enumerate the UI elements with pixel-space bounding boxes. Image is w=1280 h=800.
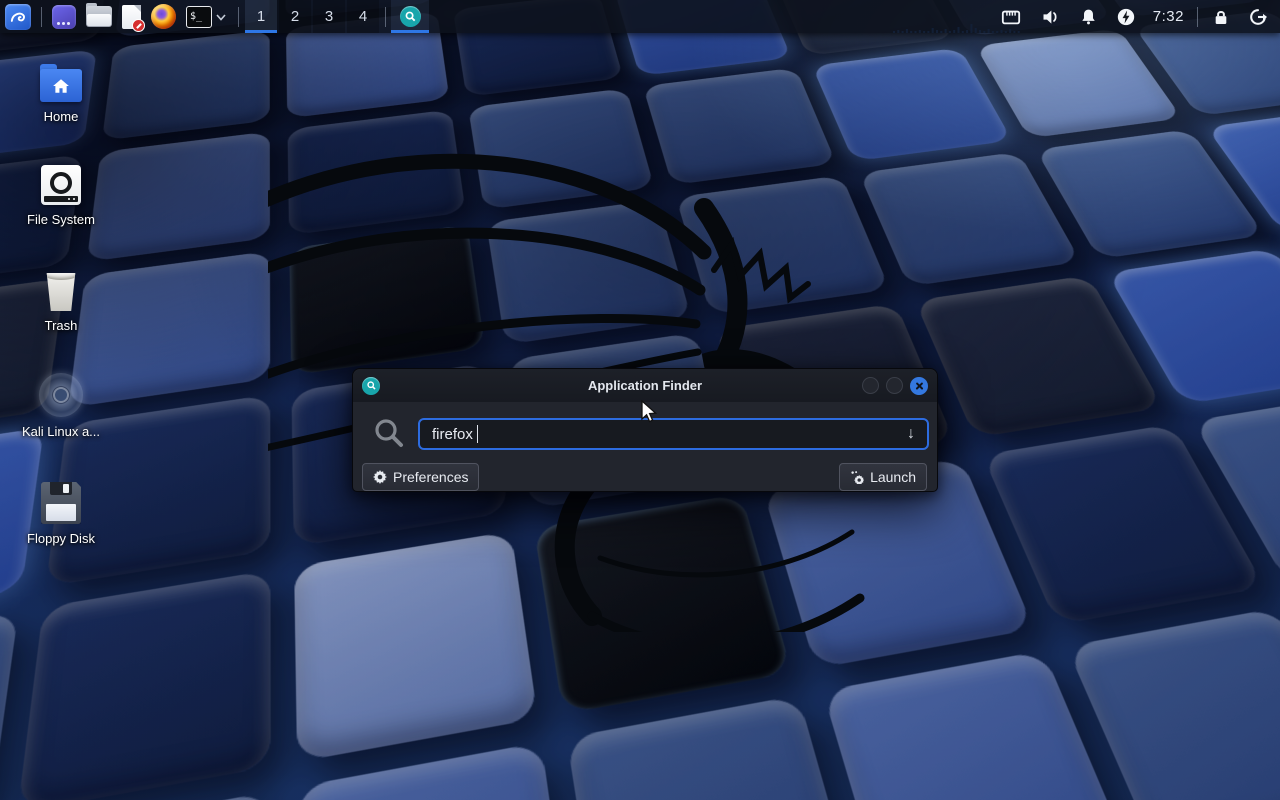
firefox-icon: [151, 4, 176, 29]
top-panel: $_ 1 2 3 4 7:32: [0, 0, 1280, 33]
lock-screen-button[interactable]: [1203, 0, 1239, 33]
launcher-show-desktop[interactable]: [47, 0, 81, 33]
run-gear-icon: [850, 470, 864, 484]
trash-icon: [44, 271, 78, 311]
desktop-icon-file-system[interactable]: File System: [2, 159, 120, 227]
terminal-dropdown-chevron-icon[interactable]: [214, 10, 228, 24]
launch-button[interactable]: Launch: [839, 463, 927, 491]
minimize-button[interactable]: [862, 377, 879, 394]
floppy-disk-icon: [41, 482, 81, 524]
search-icon: [372, 416, 406, 450]
notifications-tray-button[interactable]: [1070, 0, 1107, 33]
panel-separator: [238, 7, 239, 27]
preferences-button[interactable]: Preferences: [362, 463, 479, 491]
bell-icon: [1079, 7, 1098, 27]
text-caret: [477, 425, 479, 443]
folder-icon: [86, 6, 112, 27]
terminal-icon: $_: [186, 6, 212, 28]
power-manager-tray-button[interactable]: [1107, 0, 1145, 33]
battery-power-icon: [1116, 7, 1136, 27]
lock-icon: [1212, 7, 1230, 27]
maximize-button[interactable]: [886, 377, 903, 394]
speaker-icon: [1040, 7, 1061, 27]
window-app-icon: [362, 377, 380, 395]
launcher-terminal[interactable]: $_: [181, 0, 233, 33]
search-input-value: firefox: [432, 426, 473, 443]
launcher-file-manager[interactable]: [81, 0, 117, 33]
cd-disc-icon: [39, 373, 83, 417]
close-button[interactable]: [910, 377, 928, 395]
workspace-4-button[interactable]: 4: [347, 0, 379, 33]
launcher-firefox[interactable]: [146, 0, 181, 33]
volume-tray-button[interactable]: [1031, 0, 1070, 33]
applications-menu-button[interactable]: [0, 0, 36, 33]
search-input[interactable]: firefox ↓: [418, 418, 929, 450]
desktop-icon-kali-cd[interactable]: Kali Linux a...: [2, 371, 120, 439]
application-finder-window: Application Finder firefox ↓ Preferences: [352, 368, 938, 492]
panel-separator: [385, 7, 386, 27]
kali-menu-icon: [5, 4, 31, 30]
document-edit-icon: [122, 5, 141, 29]
desktop-icon-home[interactable]: Home: [2, 56, 120, 124]
panel-separator: [1197, 7, 1198, 27]
taskbar-application-finder-button[interactable]: [391, 0, 429, 33]
window-title: Application Finder: [353, 378, 937, 393]
workspace-1-button[interactable]: 1: [245, 0, 277, 33]
application-finder-task-icon: [400, 6, 421, 27]
home-folder-icon: [40, 69, 82, 102]
show-desktop-icon: [52, 5, 76, 29]
desktop-icon-trash[interactable]: Trash: [2, 265, 120, 333]
logout-button[interactable]: [1239, 0, 1280, 33]
mouse-cursor: [640, 400, 659, 424]
gear-icon: [373, 470, 387, 484]
panel-separator: [41, 7, 42, 27]
window-titlebar[interactable]: Application Finder: [353, 369, 937, 402]
logout-icon: [1248, 7, 1268, 27]
launcher-text-editor[interactable]: [117, 0, 146, 33]
dropdown-arrow-icon[interactable]: ↓: [907, 426, 915, 442]
workspace-3-button[interactable]: 3: [313, 0, 345, 33]
hard-drive-icon: [41, 165, 81, 205]
panel-clock[interactable]: 7:32: [1145, 8, 1192, 25]
desktop-icon-floppy-disk[interactable]: Floppy Disk: [2, 478, 120, 546]
network-tray-button[interactable]: [991, 0, 1031, 33]
ethernet-icon: [1000, 7, 1022, 27]
workspace-2-button[interactable]: 2: [279, 0, 311, 33]
